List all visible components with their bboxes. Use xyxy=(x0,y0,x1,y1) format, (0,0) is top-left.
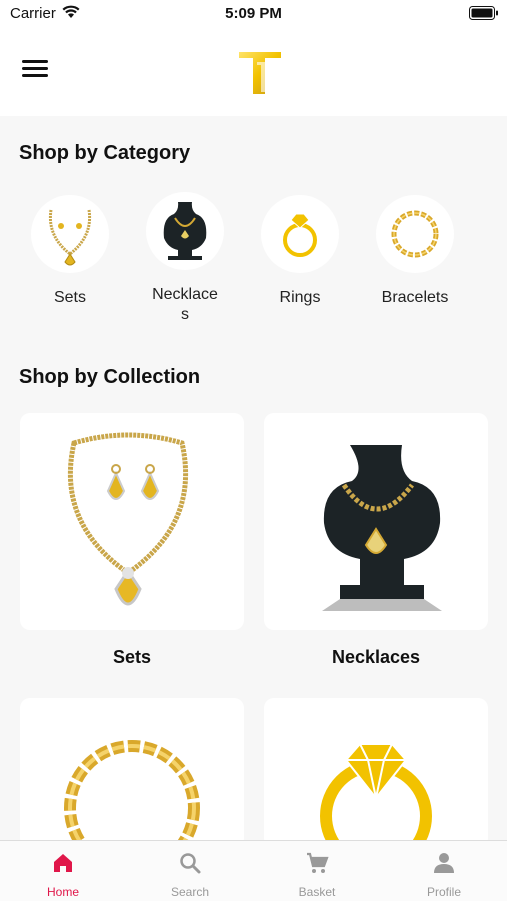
brand-logo[interactable]: T xyxy=(237,48,283,98)
necklace-bust-icon xyxy=(163,202,207,260)
status-bar: Carrier 5:09 PM xyxy=(0,0,507,30)
category-circle xyxy=(31,195,109,273)
profile-icon xyxy=(434,853,454,873)
clock: 5:09 PM xyxy=(225,5,282,22)
category-label: Bracelets xyxy=(381,289,449,306)
tab-label: Basket xyxy=(298,885,336,899)
tab-label: Home xyxy=(46,885,79,899)
necklace-bust-image xyxy=(322,445,442,611)
collection-card-necklaces[interactable] xyxy=(264,413,488,630)
bracelet-image xyxy=(64,740,200,848)
category-circle xyxy=(146,192,224,270)
collection-card-sets[interactable] xyxy=(20,413,244,630)
app-header: T xyxy=(0,30,507,116)
category-item-bracelets[interactable]: Bracelets xyxy=(367,195,463,308)
battery-icon xyxy=(469,6,498,20)
collection-section-title: Shop by Collection xyxy=(19,366,201,388)
menu-icon-bar xyxy=(22,67,48,70)
tab-label: Search xyxy=(170,885,210,899)
category-circle xyxy=(376,195,454,273)
category-item-sets[interactable]: Sets xyxy=(22,195,118,308)
tab-profile[interactable]: Profile xyxy=(381,841,507,901)
jewelry-set-image xyxy=(67,432,189,606)
ring-icon xyxy=(283,213,317,257)
category-circle xyxy=(261,195,339,273)
jewelry-set-icon xyxy=(48,209,92,266)
category-label: Necklace s xyxy=(152,286,218,323)
category-section-title: Shop by Category xyxy=(19,142,191,164)
home-icon xyxy=(54,854,72,872)
bottom-tab-bar: Home Search Basket Profile xyxy=(0,840,507,901)
collection-card-label: Necklaces xyxy=(331,647,421,667)
category-item-rings[interactable]: Rings xyxy=(252,195,348,308)
tab-search[interactable]: Search xyxy=(127,841,253,901)
ring-image xyxy=(320,743,432,848)
menu-icon-bar xyxy=(22,74,48,77)
tab-label: Profile xyxy=(426,885,461,899)
tab-home[interactable]: Home xyxy=(0,841,126,901)
menu-button[interactable] xyxy=(22,60,48,80)
cart-icon xyxy=(307,852,329,873)
bracelet-icon xyxy=(391,210,439,258)
collection-card-rings[interactable] xyxy=(264,698,488,848)
menu-icon-bar xyxy=(22,60,48,63)
category-label: Rings xyxy=(279,289,321,306)
tab-basket[interactable]: Basket xyxy=(254,841,380,901)
search-icon xyxy=(180,853,201,874)
category-label: Sets xyxy=(53,289,86,306)
category-item-necklaces[interactable]: Necklace s xyxy=(137,192,233,325)
collection-card-label: Sets xyxy=(112,647,152,667)
collection-card-bracelets[interactable] xyxy=(20,698,244,848)
